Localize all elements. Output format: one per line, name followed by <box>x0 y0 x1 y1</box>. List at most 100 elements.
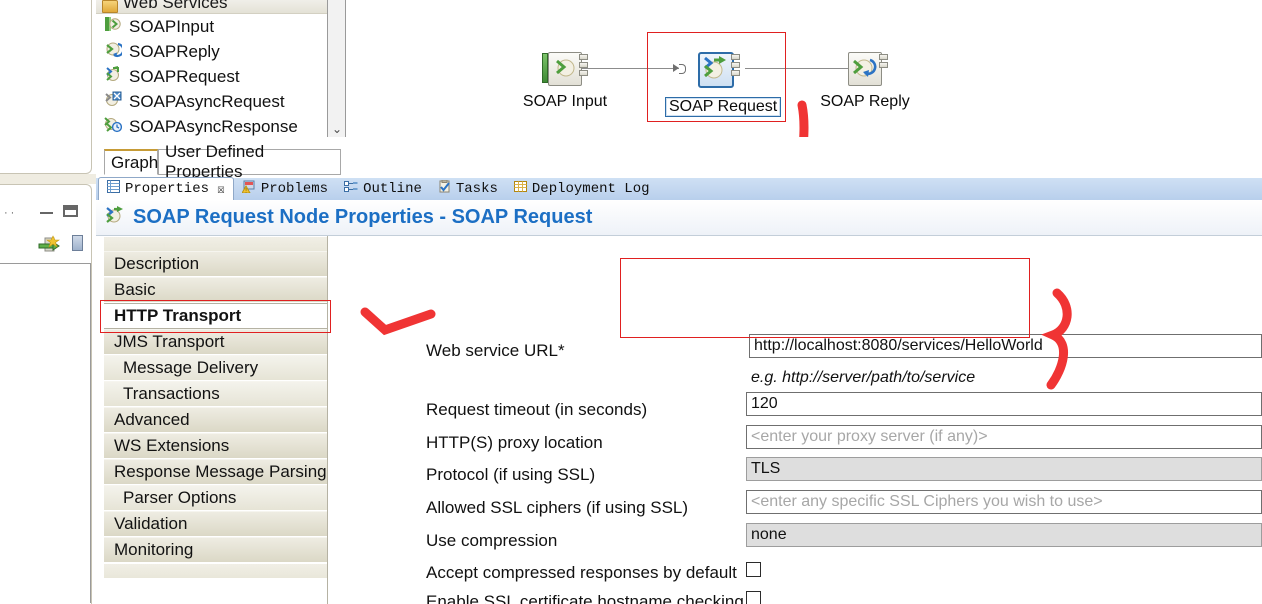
background-inner-panel <box>0 263 91 603</box>
view-tab-tasks[interactable]: Tasks <box>430 178 506 200</box>
palette-item-soapasyncrequest[interactable]: SOAPAsyncRequest <box>96 89 327 114</box>
node-palette[interactable]: Web Services SOAPInput SOAPReply SOAPReq… <box>96 0 328 137</box>
field-label-accept-compressed-responses: Accept compressed responses by default <box>426 563 737 582</box>
soap-input-node-icon <box>542 48 588 88</box>
field-label-use-compression: Use compression <box>426 531 558 550</box>
prop-tab-basic[interactable]: Basic <box>104 277 327 303</box>
prop-tab-ws-extensions[interactable]: WS Extensions <box>104 433 327 459</box>
palette-group-web-services[interactable]: Web Services <box>96 0 327 14</box>
soap-async-response-icon <box>104 115 123 137</box>
protocol-combo[interactable]: TLS <box>746 457 1262 481</box>
properties-icon <box>107 180 120 198</box>
prop-tab-label: Description <box>114 254 200 273</box>
palette-item-soapasyncresponse[interactable]: SOAPAsyncResponse <box>96 114 327 137</box>
allowed-ssl-ciphers-input[interactable]: <enter any specific SSL Ciphers you wish… <box>746 490 1262 514</box>
use-compression-combo[interactable]: none <box>746 523 1262 547</box>
prop-tab-label: Transactions <box>123 384 220 403</box>
input-placeholder: <enter any specific SSL Ciphers you wish… <box>751 493 1103 510</box>
palette-scrollbar[interactable]: ⌄ <box>328 0 346 137</box>
input-placeholder: <enter your proxy server (if any)> <box>751 428 988 445</box>
soap-reply-icon <box>104 40 125 63</box>
accept-compressed-responses-checkbox[interactable] <box>746 562 761 577</box>
prop-tab-parser-options[interactable]: Parser Options <box>104 485 327 511</box>
prop-tab-jms-transport[interactable]: JMS Transport <box>104 329 327 355</box>
palette-item-label: SOAPReply <box>129 41 220 61</box>
graph-node-soap-reply[interactable]: SOAP Reply <box>815 48 915 111</box>
tab-list-empty-area <box>104 578 327 604</box>
overflow-dots: ·· <box>4 207 18 219</box>
palette-item-label: SOAPAsyncRequest <box>129 91 285 111</box>
eclipse-toolkit-window: ·· Web Services SOAPInput SOAPReply SOAP… <box>0 0 1262 604</box>
deploy-icon[interactable] <box>38 235 60 255</box>
web-service-url-input[interactable]: http://localhost:8080/services/HelloWorl… <box>749 334 1262 358</box>
prop-tab-label: Basic <box>114 280 156 299</box>
palette-item-soapreply[interactable]: SOAPReply <box>96 39 327 64</box>
graph-node-label: SOAP Reply <box>820 93 910 110</box>
input-value: 120 <box>751 395 778 412</box>
maximize-icon[interactable] <box>63 205 78 217</box>
properties-view: Properties ☒ ! Problems Outline Tasks De… <box>96 177 1262 604</box>
palette-item-label: SOAPRequest <box>129 66 240 86</box>
soap-input-icon <box>104 15 122 38</box>
background-window-top <box>0 0 92 174</box>
close-icon[interactable]: ☒ <box>217 182 225 197</box>
properties-title-bar: SOAP Request Node Properties - SOAP Requ… <box>96 200 1262 236</box>
view-tab-properties[interactable]: Properties ☒ <box>98 177 234 201</box>
field-label-web-service-url: Web service URL* <box>426 341 565 360</box>
palette-item-soaprequest[interactable]: SOAPRequest <box>96 64 327 89</box>
server-icon[interactable] <box>72 235 83 251</box>
field-label-ssl-hostname-checking: Enable SSL certificate hostname checking <box>426 592 744 604</box>
properties-tab-list[interactable]: Description Basic HTTP Transport JMS Tra… <box>104 236 328 604</box>
prop-tab-response-message-parsing[interactable]: Response Message Parsing <box>104 459 327 485</box>
combo-value: none <box>751 526 787 543</box>
prop-tab-label: JMS Transport <box>114 332 225 351</box>
combo-value: TLS <box>751 460 781 477</box>
view-tab-problems[interactable]: ! Problems <box>234 178 336 200</box>
prop-tab-monitoring[interactable]: Monitoring <box>104 537 327 563</box>
prop-tab-message-delivery[interactable]: Message Delivery <box>104 355 327 381</box>
graph-node-soap-input[interactable]: SOAP Input <box>515 48 615 111</box>
view-tab-label: Deployment Log <box>531 181 650 197</box>
view-tab-bar[interactable]: Properties ☒ ! Problems Outline Tasks De… <box>96 177 1262 201</box>
tab-graph[interactable]: Graph <box>104 149 158 175</box>
prop-tab-advanced[interactable]: Advanced <box>104 407 327 433</box>
minimize-icon[interactable] <box>40 209 53 214</box>
tab-label: User Defined Properties <box>165 142 265 181</box>
soap-request-icon <box>104 205 124 230</box>
view-tab-outline[interactable]: Outline <box>336 178 430 200</box>
tab-label: Graph <box>111 152 159 172</box>
view-tab-label: Problems <box>260 181 329 197</box>
problems-icon: ! <box>240 180 256 198</box>
request-timeout-input[interactable]: 120 <box>746 392 1262 416</box>
tab-list-top-filler <box>104 236 327 251</box>
chevron-down-icon[interactable]: ⌄ <box>328 123 346 135</box>
proxy-location-input[interactable]: <enter your proxy server (if any)> <box>746 425 1262 449</box>
palette-item-soapinput[interactable]: SOAPInput <box>96 14 327 39</box>
ssl-hostname-checking-checkbox[interactable] <box>746 591 761 604</box>
prop-tab-http-transport[interactable]: HTTP Transport <box>104 303 327 329</box>
web-service-url-hint: e.g. http://server/path/to/service <box>751 369 976 386</box>
graph-node-label: SOAP Input <box>522 93 608 110</box>
palette-item-label: SOAPAsyncResponse <box>129 116 298 136</box>
graph-node-label[interactable]: SOAP Request <box>665 97 782 117</box>
prop-tab-validation[interactable]: Validation <box>104 511 327 537</box>
folder-icon <box>102 0 118 13</box>
field-label-allowed-ssl-ciphers: Allowed SSL ciphers (if using SSL) <box>426 498 689 517</box>
editor-tab-bar[interactable]: Graph User Defined Properties <box>96 137 1262 181</box>
graph-node-soap-request[interactable]: SOAP Request <box>665 48 782 117</box>
view-tab-label: Tasks <box>455 181 498 197</box>
prop-tab-description[interactable]: Description <box>104 251 327 277</box>
prop-tab-label: Advanced <box>114 410 190 429</box>
page-title: SOAP Request Node Properties - SOAP Requ… <box>133 206 593 228</box>
message-flow-canvas[interactable]: SOAP Input SOAP Request SOAP Reply <box>347 0 1262 155</box>
prop-tab-label: Parser Options <box>123 488 237 507</box>
view-tab-deployment-log[interactable]: Deployment Log <box>506 178 658 200</box>
prop-tab-transactions[interactable]: Transactions <box>104 381 327 407</box>
prop-tab-label: WS Extensions <box>114 436 230 455</box>
prop-tab-label: Response Message Parsing <box>114 462 327 481</box>
svg-text:!: ! <box>244 187 248 193</box>
input-value: http://localhost:8080/services/HelloWorl… <box>754 337 1043 354</box>
tab-user-defined-properties[interactable]: User Defined Properties <box>158 142 341 181</box>
field-label-protocol: Protocol (if using SSL) <box>426 465 596 484</box>
view-tab-label: Properties <box>125 181 210 197</box>
